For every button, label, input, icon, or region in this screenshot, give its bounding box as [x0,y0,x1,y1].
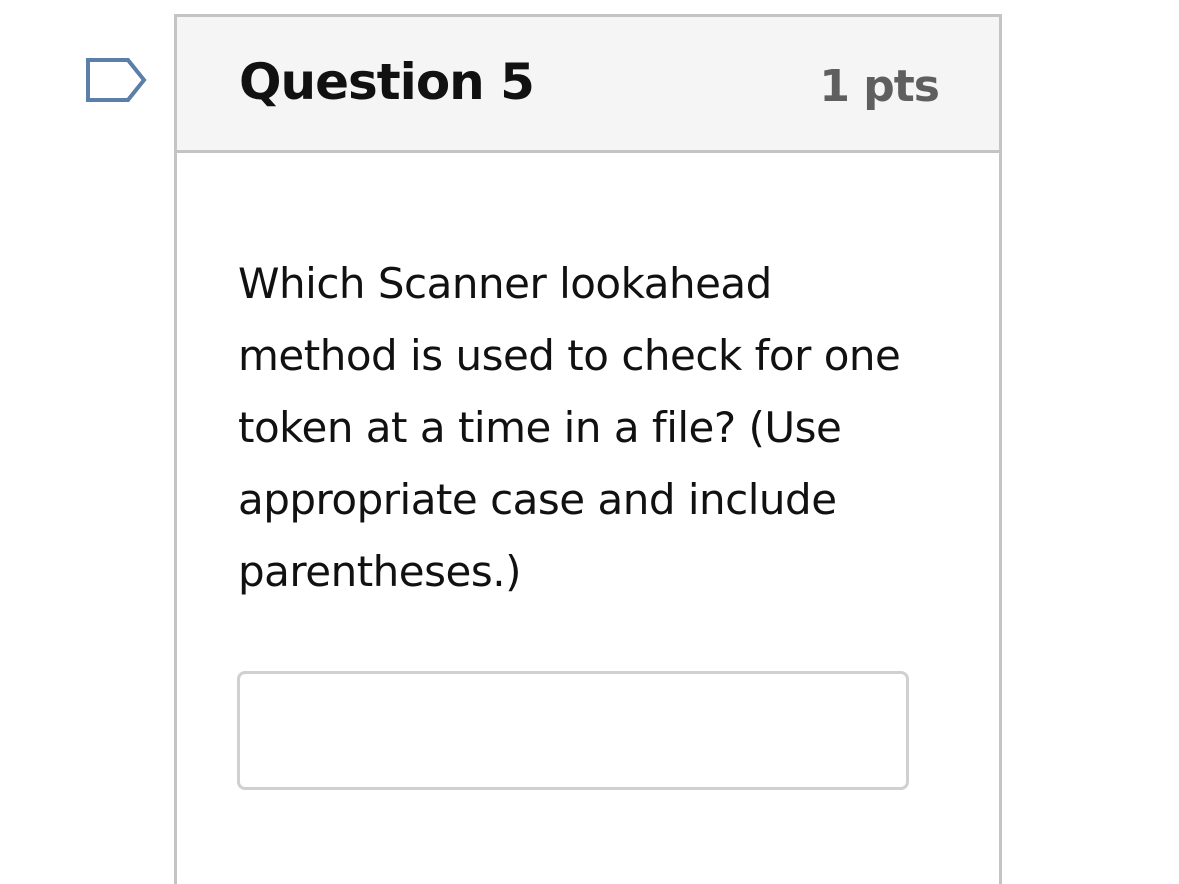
flag-question-icon[interactable] [84,56,148,104]
question-card: Question 5 1 pts Which Scanner lookahead… [174,14,1002,884]
question-title: Question 5 [239,53,535,111]
question-text: Which Scanner lookahead method is used t… [238,259,901,596]
quiz-page: Question 5 1 pts Which Scanner lookahead… [0,0,1179,884]
question-body: Which Scanner lookahead method is used t… [177,153,999,790]
question-points: 1 pts [819,61,940,112]
answer-input[interactable] [237,671,909,790]
question-header: Question 5 1 pts [177,17,999,153]
